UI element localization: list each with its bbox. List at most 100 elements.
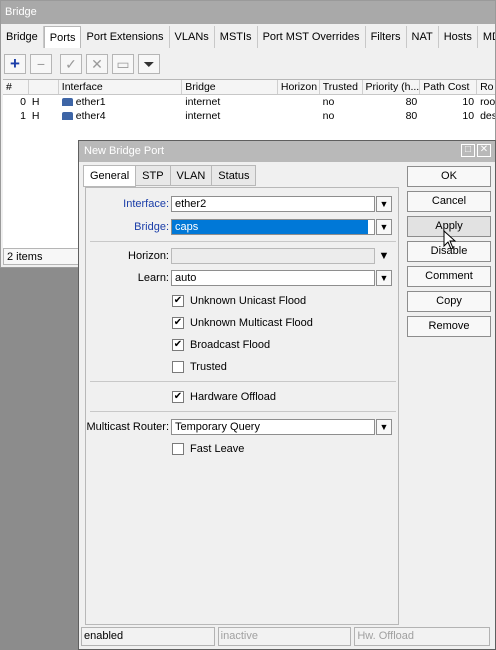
row-flag: H — [31, 110, 40, 122]
unknown-unicast-flood-checkbox[interactable]: ✔ Unknown Unicast Flood — [172, 293, 306, 309]
row-trusted: no — [322, 110, 335, 122]
cancel-button[interactable]: Cancel — [407, 191, 491, 212]
column-header-flag[interactable] — [29, 80, 59, 94]
row-horizon — [278, 109, 320, 123]
add-icon[interactable]: + — [4, 54, 26, 74]
window-title: Bridge — [1, 1, 495, 24]
hardware-offload-label: Hardware Offload — [190, 391, 277, 403]
row-path-cost: 10 — [462, 96, 475, 108]
row-interface-name: ether4 — [75, 110, 106, 122]
tab-nat[interactable]: NAT — [407, 26, 439, 48]
row-interface: ether4 — [59, 109, 182, 123]
broadcast-flood-label: Broadcast Flood — [190, 339, 271, 351]
table-row[interactable]: 0 H ether1 internet no 80 10 roo — [3, 95, 496, 109]
close-icon[interactable]: ✕ — [477, 144, 491, 157]
trusted-label: Trusted — [190, 361, 227, 373]
checkbox-checked-icon[interactable]: ✔ — [172, 391, 184, 403]
tab-mdb[interactable]: MD — [478, 26, 495, 48]
comment-button[interactable]: Comment — [407, 266, 491, 287]
interface-icon — [61, 98, 73, 106]
remove-button[interactable]: Remove — [407, 316, 491, 337]
tab-bridge[interactable]: Bridge — [1, 26, 44, 48]
row-path-cost: 10 — [462, 110, 475, 122]
horizon-row: Horizon: ▼ — [86, 247, 392, 265]
checkbox-checked-icon[interactable]: ✔ — [172, 295, 184, 307]
row-num: 0 — [20, 96, 26, 108]
checkbox-checked-icon[interactable]: ✔ — [172, 339, 184, 351]
learn-row: Learn: auto ▼ — [86, 269, 392, 287]
unknown-multicast-flood-checkbox[interactable]: ✔ Unknown Multicast Flood — [172, 315, 313, 331]
learn-dropdown-icon[interactable]: ▼ — [376, 270, 392, 286]
column-header-role[interactable]: Ro — [477, 80, 495, 94]
general-panel: Interface: ether2 ▼ Bridge: caps ▼ Horiz… — [85, 187, 399, 625]
tab-port-extensions[interactable]: Port Extensions — [81, 26, 170, 48]
multicast-router-row: Multicast Router: Temporary Query ▼ — [86, 418, 392, 436]
hardware-offload-checkbox[interactable]: ✔ Hardware Offload — [172, 389, 276, 405]
checkbox-unchecked-icon[interactable] — [172, 361, 184, 373]
separator — [90, 411, 396, 412]
tab-vlan[interactable]: VLAN — [170, 165, 213, 186]
interface-icon — [61, 112, 73, 120]
status-inactive: inactive — [217, 627, 352, 646]
column-header-interface[interactable]: Interface — [59, 80, 183, 94]
broadcast-flood-checkbox[interactable]: ✔ Broadcast Flood — [172, 337, 270, 353]
fast-leave-checkbox[interactable]: Fast Leave — [172, 441, 244, 457]
status-hw-offload: Hw. Offload — [354, 627, 490, 646]
dialog-titlebar[interactable]: New Bridge Port □ ✕ — [79, 141, 495, 162]
bridge-dropdown-icon[interactable]: ▼ — [376, 219, 392, 235]
tab-mstis[interactable]: MSTIs — [215, 26, 258, 48]
ok-button[interactable]: OK — [407, 166, 491, 187]
maximize-icon[interactable]: □ — [461, 144, 475, 157]
row-bridge: internet — [185, 96, 221, 108]
tab-general[interactable]: General — [83, 165, 137, 187]
row-num: 1 — [20, 110, 26, 122]
tab-hosts[interactable]: Hosts — [439, 26, 478, 48]
tab-ports[interactable]: Ports — [43, 26, 82, 48]
column-header-horizon[interactable]: Horizon — [278, 80, 320, 94]
bridge-label: Bridge: — [134, 221, 169, 233]
tab-stp[interactable]: STP — [136, 165, 171, 186]
row-trusted: no — [322, 96, 335, 108]
disable-icon[interactable]: ✕ — [86, 54, 108, 74]
remove-icon[interactable]: − — [30, 54, 52, 74]
comment-icon[interactable]: ▭ — [112, 54, 134, 74]
separator — [90, 381, 396, 382]
interface-field[interactable]: ether2 — [171, 196, 375, 212]
new-bridge-port-dialog: New Bridge Port □ ✕ General STP VLAN Sta… — [78, 140, 496, 650]
dialog-status-bar: enabled inactive Hw. Offload — [81, 627, 493, 647]
separator — [90, 241, 396, 242]
tab-vlans[interactable]: VLANs — [170, 26, 215, 48]
multicast-router-field[interactable]: Temporary Query — [171, 419, 375, 435]
filter-icon[interactable]: ⏷ — [138, 54, 160, 74]
dialog-title: New Bridge Port — [84, 145, 165, 157]
copy-button[interactable]: Copy — [407, 291, 491, 312]
horizon-label: Horizon: — [128, 250, 169, 262]
tab-status[interactable]: Status — [212, 165, 257, 186]
enable-icon[interactable]: ✓ — [60, 54, 82, 74]
column-header-trusted[interactable]: Trusted — [320, 80, 363, 94]
row-interface-name: ether1 — [75, 96, 106, 108]
tab-port-mst-overrides[interactable]: Port MST Overrides — [258, 26, 366, 48]
checkbox-unchecked-icon[interactable] — [172, 443, 184, 455]
trusted-checkbox[interactable]: Trusted — [172, 359, 227, 375]
table-row[interactable]: 1 H ether4 internet no 80 10 des — [3, 109, 495, 123]
interface-row: Interface: ether2 ▼ — [86, 195, 392, 213]
multicast-router-dropdown-icon[interactable]: ▼ — [376, 419, 392, 435]
tab-filters[interactable]: Filters — [366, 26, 407, 48]
horizon-field[interactable] — [171, 248, 375, 264]
column-header-priority[interactable]: Priority (h... — [363, 80, 421, 94]
row-flag: H — [31, 96, 40, 108]
checkbox-checked-icon[interactable]: ✔ — [172, 317, 184, 329]
column-header-path-cost[interactable]: Path Cost — [420, 80, 478, 94]
column-header-num[interactable]: # — [3, 80, 29, 94]
column-header-bridge[interactable]: Bridge — [182, 80, 278, 94]
bridge-field[interactable]: caps — [171, 219, 375, 235]
row-role: roo — [480, 96, 496, 108]
interface-label: Interface: — [123, 198, 169, 210]
learn-field[interactable]: auto — [171, 270, 375, 286]
item-count-status: 2 items — [3, 248, 83, 265]
learn-label: Learn: — [137, 272, 169, 284]
interface-dropdown-icon[interactable]: ▼ — [376, 196, 392, 212]
row-bridge: internet — [185, 110, 221, 122]
horizon-dropdown-icon[interactable]: ▼ — [376, 248, 392, 264]
